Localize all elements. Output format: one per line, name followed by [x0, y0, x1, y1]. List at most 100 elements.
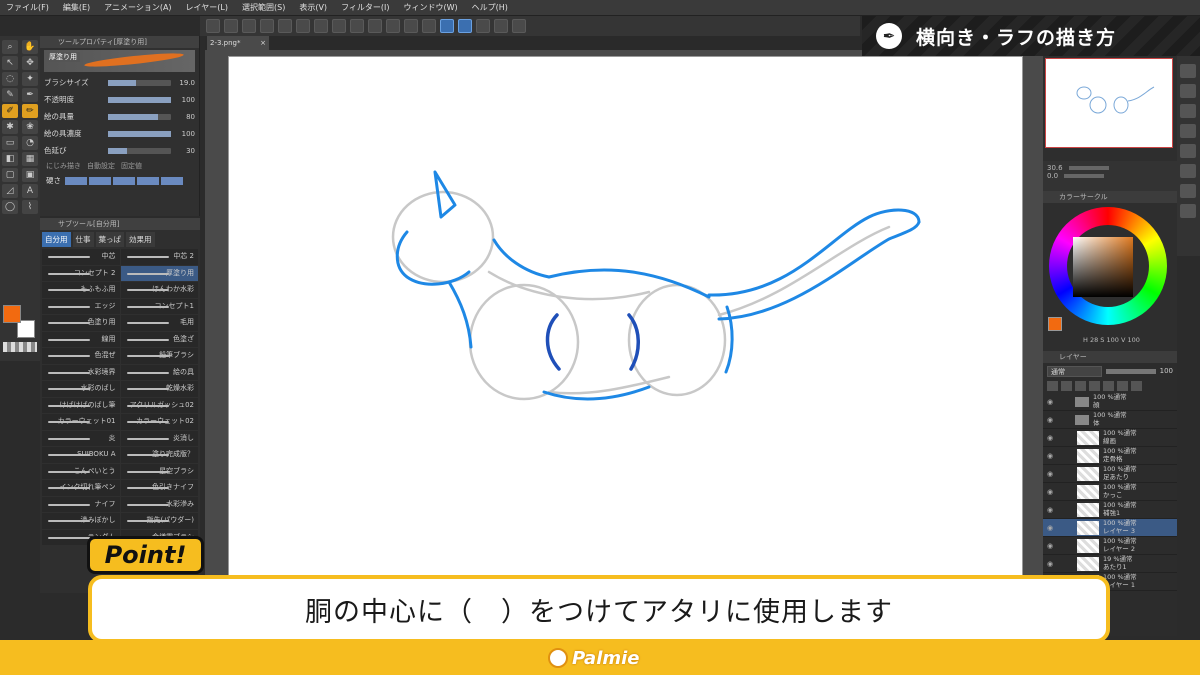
pen-tool-icon[interactable]: ✒ — [22, 88, 38, 102]
ref-layer-icon[interactable] — [494, 19, 508, 33]
ref-icon[interactable] — [1103, 381, 1114, 391]
brush-item[interactable]: 色塗り用 — [42, 315, 120, 331]
layer-row[interactable]: ◉ 100 %通常 足あたり — [1043, 465, 1177, 483]
visibility-eye-icon[interactable]: ◉ — [1047, 452, 1055, 460]
visibility-eye-icon[interactable]: ◉ — [1047, 542, 1055, 550]
panel-toggle-icon[interactable] — [1180, 104, 1196, 118]
undo-icon[interactable] — [260, 19, 274, 33]
layer-row[interactable]: ◉ 100 %通常 顔 — [1043, 393, 1177, 411]
menu-item[interactable]: 表示(V) — [299, 2, 327, 13]
brush-item[interactable]: 滲みぼかし — [42, 513, 120, 529]
foreground-color-swatch[interactable] — [3, 305, 21, 323]
zoom-value[interactable]: 30.6 — [1047, 164, 1063, 172]
line-fix-tool-icon[interactable]: ⌇ — [22, 200, 38, 214]
panel-toggle-icon[interactable] — [1180, 204, 1196, 218]
figure-tool-icon[interactable]: ▢ — [2, 168, 18, 182]
brush-item[interactable]: 炎 — [42, 430, 120, 446]
brush-item[interactable]: 水彩のばし — [42, 381, 120, 397]
visibility-eye-icon[interactable]: ◉ — [1047, 506, 1055, 514]
move-tool-icon[interactable]: ✥ — [22, 56, 38, 70]
hand-tool-icon[interactable]: ✋ — [22, 40, 38, 54]
pencil-tool-icon[interactable]: ✏ — [22, 104, 38, 118]
menu-item[interactable]: ファイル(F) — [6, 2, 49, 13]
clip-icon[interactable] — [1089, 381, 1100, 391]
property-slider[interactable] — [108, 147, 171, 154]
wand-tool-icon[interactable]: ✦ — [22, 72, 38, 86]
settings-icon[interactable] — [512, 19, 526, 33]
layer-row[interactable]: ◉ 100 %通常 定骨格 — [1043, 447, 1177, 465]
snap-icon[interactable] — [422, 19, 436, 33]
brush-item[interactable]: 色塗ざ — [120, 331, 198, 347]
property-slider[interactable] — [108, 130, 171, 137]
property-value[interactable]: 100 — [175, 130, 195, 138]
layer-row[interactable]: ◉ 100 %通常 線画 — [1043, 429, 1177, 447]
property-slider[interactable] — [108, 113, 171, 120]
brush-item[interactable]: 塗り完成版？ — [120, 447, 198, 463]
visibility-eye-icon[interactable]: ◉ — [1047, 470, 1055, 478]
text-tool-icon[interactable]: A — [22, 184, 38, 198]
lock-icon[interactable] — [1075, 381, 1086, 391]
brush-item[interactable]: 指先(パウダー) — [120, 513, 198, 529]
ink-option[interactable]: 自動設定 — [87, 161, 115, 171]
zoom-tool-icon[interactable]: ⌕ — [2, 40, 18, 54]
panel-toggle-icon[interactable] — [1180, 164, 1196, 178]
brush-item[interactable]: コンセプト 2 — [42, 265, 120, 281]
layer-row[interactable]: ◉ 100 %通常 レイヤー 2 — [1043, 537, 1177, 555]
drawing-canvas[interactable] — [228, 56, 1023, 631]
menu-item[interactable]: フィルター(I) — [341, 2, 389, 13]
brush-item[interactable]: 中芯 2 — [120, 249, 198, 265]
trash-icon[interactable] — [1131, 381, 1142, 391]
sub-tool-tab[interactable]: 葉っぱ — [95, 232, 124, 247]
brush-item[interactable]: 中芯 — [42, 249, 120, 265]
new-layer-icon[interactable] — [1047, 381, 1058, 391]
brush-item[interactable]: エッジ — [42, 298, 120, 314]
zoom-slider[interactable] — [1068, 166, 1109, 170]
menu-item[interactable]: ウィンドウ(W) — [404, 2, 458, 13]
brush-item[interactable]: もふもふ用 — [42, 282, 120, 298]
panel-toggle-icon[interactable] — [1180, 184, 1196, 198]
brush-item[interactable]: 絵の具 — [120, 364, 198, 380]
visibility-eye-icon[interactable]: ◉ — [1047, 434, 1055, 442]
visibility-eye-icon[interactable]: ◉ — [1047, 488, 1055, 496]
brush-item[interactable]: 水彩滲み — [120, 496, 198, 512]
snap-special-icon[interactable] — [476, 19, 490, 33]
layer-row[interactable]: ◉ 100 %通常 かっこ — [1043, 483, 1177, 501]
sub-tool-tab[interactable]: 仕事 — [72, 232, 94, 247]
brush-item[interactable]: 色引きナイフ — [120, 480, 198, 496]
snap-to-ruler-icon[interactable] — [440, 19, 454, 33]
panel-toggle-icon[interactable] — [1180, 84, 1196, 98]
menu-item[interactable]: レイヤー(L) — [186, 2, 228, 13]
opacity-slider[interactable] — [1106, 368, 1156, 374]
brush-item[interactable]: コンセプト1 — [120, 298, 198, 314]
menu-item[interactable]: 選択範囲(S) — [242, 2, 285, 13]
mask-icon[interactable] — [1117, 381, 1128, 391]
blend-tool-icon[interactable]: ◔ — [22, 136, 38, 150]
property-slider[interactable] — [108, 79, 171, 86]
property-value[interactable]: 19.0 — [175, 79, 195, 87]
redo-icon[interactable] — [278, 19, 292, 33]
layer-row[interactable]: ◉ 100 %通常 レイヤー 3 — [1043, 519, 1177, 537]
brush-item[interactable]: けばけばのばし筆 — [42, 397, 120, 413]
document-tab[interactable]: 2-3.png* × — [207, 36, 269, 50]
sub-tool-tab[interactable]: 自分用 — [42, 232, 71, 247]
fill-icon[interactable] — [314, 19, 328, 33]
panel-toggle-icon[interactable] — [1180, 144, 1196, 158]
visibility-eye-icon[interactable]: ◉ — [1047, 416, 1055, 424]
menu-item[interactable]: ヘルプ(H) — [472, 2, 508, 13]
property-value[interactable]: 100 — [175, 96, 195, 104]
ruler-tool-icon[interactable]: ◿ — [2, 184, 18, 198]
rotate-slider[interactable] — [1064, 174, 1105, 178]
brush-item[interactable]: ほんわか水彩 — [120, 282, 198, 298]
brush-item[interactable]: 厚塗り用 — [120, 265, 198, 281]
panel-toggle-icon[interactable] — [1180, 64, 1196, 78]
frame-tool-icon[interactable]: ▣ — [22, 168, 38, 182]
brush-item[interactable]: 星空ブラシ — [120, 463, 198, 479]
deselect-icon[interactable] — [350, 19, 364, 33]
brush-item[interactable]: 線用 — [42, 331, 120, 347]
new-file-icon[interactable] — [206, 19, 220, 33]
current-color-swatch[interactable] — [1048, 317, 1062, 331]
visibility-eye-icon[interactable]: ◉ — [1047, 560, 1055, 568]
panel-toggle-icon[interactable] — [1180, 124, 1196, 138]
brush-item[interactable]: インク切れ筆ペン — [42, 480, 120, 496]
menu-item[interactable]: アニメーション(A) — [104, 2, 171, 13]
